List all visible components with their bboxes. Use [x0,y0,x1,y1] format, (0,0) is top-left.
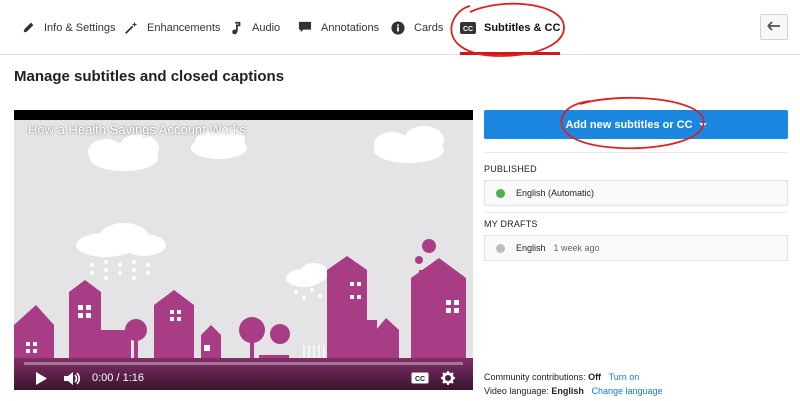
status-dot-draft [496,243,505,253]
settings-gear-icon[interactable] [441,371,455,385]
language-label: Video language: [484,386,549,396]
video-frame [14,120,473,390]
status-dot-published [496,188,505,198]
add-subtitles-button[interactable]: Add new subtitles or CC [484,110,788,139]
community-contributions-line: Community contributions: Off Turn on [484,372,639,382]
divider [484,212,788,213]
draft-track-row[interactable]: English 1 week ago [484,235,788,261]
tab-label: Enhancements [147,21,221,34]
cc-toggle-icon[interactable]: CC [411,371,429,385]
track-meta: 1 week ago [553,243,600,253]
divider [484,152,788,153]
info-icon [390,20,406,36]
music-note-icon [228,20,244,36]
video-player[interactable]: How a Health Savings Account Works 0:00 … [14,110,473,390]
video-title: How a Health Savings Account Works [28,122,246,137]
back-arrow-icon [767,18,781,36]
speech-bubble-icon [297,20,313,36]
svg-text:CC: CC [415,376,425,383]
tab-label: Info & Settings [44,21,116,34]
pencil-icon [20,20,36,36]
track-language: English (Automatic) [516,188,595,198]
change-language-link[interactable]: Change language [591,386,662,396]
turn-on-link[interactable]: Turn on [609,372,640,382]
tab-annotations[interactable]: Annotations [297,0,379,55]
add-subtitles-label: Add new subtitles or CC [565,118,693,131]
published-header: PUBLISHED [484,164,537,174]
tab-cards[interactable]: Cards [390,0,443,55]
magic-wand-icon [123,20,139,36]
tab-label: Annotations [321,21,380,34]
volume-icon[interactable] [64,371,81,385]
tab-bar: Info & Settings Enhancements Audio Annot… [0,0,800,55]
tab-label: Cards [414,21,444,34]
tab-label: Subtitles & CC [484,21,561,34]
tab-info-settings[interactable]: Info & Settings [20,0,116,55]
play-icon[interactable] [36,371,47,385]
community-value: Off [588,372,602,382]
track-language: English [516,243,546,253]
player-controls: 0:00 / 1:16 CC [14,360,473,390]
caret-down-icon [698,122,707,127]
community-label: Community contributions: [484,372,586,382]
page-title: Manage subtitles and closed captions [14,68,285,85]
video-language-line: Video language: English Change language [484,386,663,396]
cc-icon: CC [460,20,476,36]
published-track-row[interactable]: English (Automatic) [484,180,788,206]
tab-audio[interactable]: Audio [228,0,280,55]
drafts-header: MY DRAFTS [484,219,538,229]
language-value: English [551,386,584,396]
tab-label: Audio [252,21,281,34]
tab-subtitles-cc[interactable]: CC Subtitles & CC [460,0,561,55]
back-button[interactable] [760,14,788,40]
tab-enhancements[interactable]: Enhancements [123,0,220,55]
svg-text:CC: CC [463,26,473,33]
time-display: 0:00 / 1:16 [92,372,144,384]
progress-bar[interactable] [24,362,463,365]
